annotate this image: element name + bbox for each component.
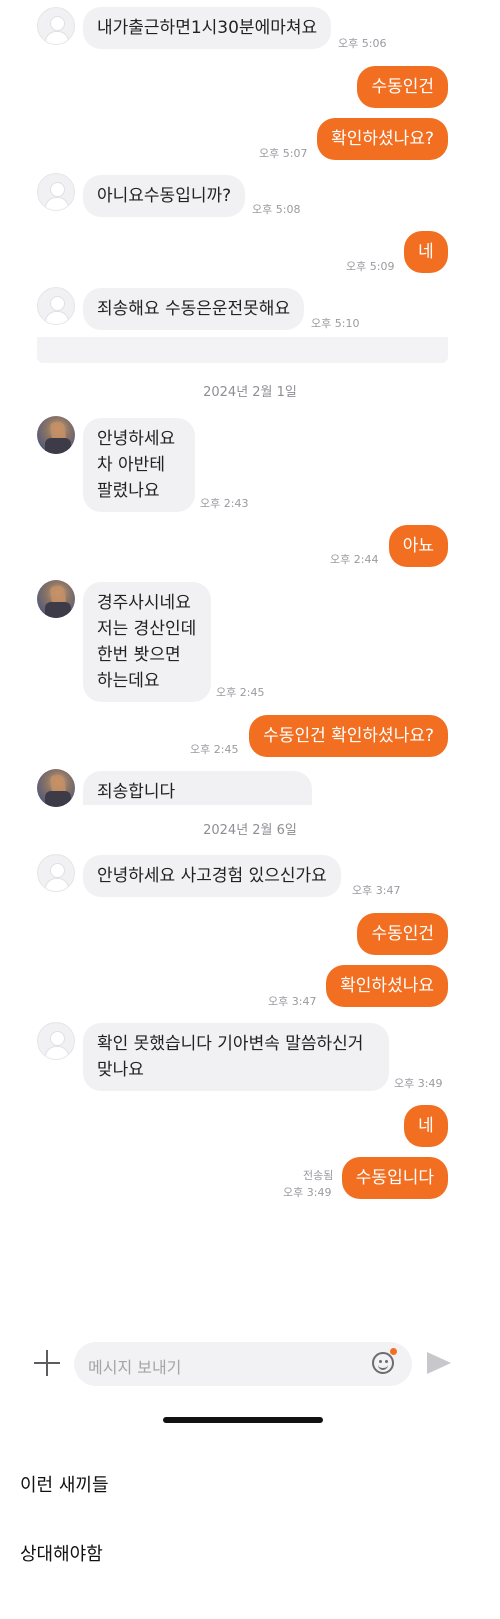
avatar[interactable] bbox=[37, 416, 75, 454]
message-time: 오후 5:10 bbox=[311, 317, 360, 330]
avatar[interactable] bbox=[37, 1022, 75, 1060]
avatar[interactable] bbox=[37, 287, 75, 325]
message-time: 오후 2:45 bbox=[216, 686, 265, 699]
incoming-message: 확인 못했습니다 기아변속 말씀하신거 맞나요 bbox=[83, 1023, 389, 1091]
message-input-placeholder: 메시지 보내기 bbox=[88, 1358, 182, 1377]
message-time: 오후 5:07 bbox=[259, 147, 308, 160]
message-time: 오후 5:06 bbox=[338, 37, 387, 50]
avatar[interactable] bbox=[37, 580, 75, 618]
caption-line-1: 이런 새끼들 bbox=[20, 1475, 109, 1496]
outgoing-message: 수동인건 bbox=[357, 66, 448, 108]
outgoing-message: 확인하셨나요 bbox=[326, 965, 448, 1007]
message-time: 오후 3:47 bbox=[268, 995, 317, 1008]
message-time: 오후 3:49 bbox=[394, 1077, 443, 1090]
message-time: 오후 5:08 bbox=[252, 203, 301, 216]
message-time: 오후 2:45 bbox=[190, 743, 239, 756]
message-time: 오후 3:47 bbox=[352, 884, 401, 897]
message-time: 오후 2:44 bbox=[330, 553, 379, 566]
incoming-message: 아니요수동입니까? bbox=[83, 175, 246, 217]
caption-line-2: 상대해야함 bbox=[20, 1544, 103, 1565]
incoming-message: 안녕하세요 사고경험 있으신가요 bbox=[83, 855, 341, 897]
incoming-message: 죄송해요 수동은운전못해요 bbox=[83, 288, 305, 330]
outgoing-message: 수동입니다 bbox=[341, 1157, 448, 1199]
avatar[interactable] bbox=[37, 854, 75, 892]
outgoing-message: 수동인건 확인하셨나요? bbox=[249, 715, 448, 757]
notification-dot bbox=[390, 1348, 397, 1355]
incoming-message: 안녕하세요 차 아반테 팔렸나요 bbox=[83, 418, 195, 512]
emoji-icon[interactable] bbox=[372, 1352, 394, 1374]
incoming-message: 경주사시네요 저는 경산인데 한번 봣으면 하는데요 bbox=[83, 582, 211, 702]
chat-area[interactable]: 내가출근하면1시30분에마쳐요 오후 5:06 수동인건 확인하셨나요? 오후 … bbox=[0, 0, 500, 1440]
outgoing-message: 확인하셨나요? bbox=[317, 118, 448, 160]
incoming-message: 내가출근하면1시30분에마쳐요 bbox=[83, 7, 332, 49]
outgoing-message: 수동인건 bbox=[357, 913, 448, 955]
home-indicator bbox=[163, 1417, 323, 1423]
avatar[interactable] bbox=[37, 7, 75, 45]
message-time: 오후 2:43 bbox=[200, 497, 249, 510]
message-preview-strip bbox=[37, 337, 448, 363]
message-time: 오후 3:49 bbox=[283, 1186, 332, 1199]
avatar[interactable] bbox=[37, 173, 75, 211]
message-status: 전송됨 bbox=[303, 1169, 334, 1182]
outgoing-message: 네 bbox=[404, 1105, 448, 1147]
outgoing-message: 아뇨 bbox=[388, 525, 448, 567]
message-time: 오후 5:09 bbox=[346, 260, 395, 273]
message-input[interactable]: 메시지 보내기 bbox=[74, 1342, 412, 1386]
message-input-bar: 메시지 보내기 bbox=[0, 1338, 500, 1390]
outgoing-message: 네 bbox=[404, 231, 448, 273]
plus-icon[interactable] bbox=[34, 1350, 60, 1376]
date-divider: 2024년 2월 6일 bbox=[203, 823, 297, 838]
send-icon[interactable] bbox=[427, 1352, 451, 1374]
avatar[interactable] bbox=[37, 769, 75, 807]
date-divider: 2024년 2월 1일 bbox=[203, 385, 297, 400]
incoming-message: 죄송합니다 bbox=[83, 771, 312, 805]
